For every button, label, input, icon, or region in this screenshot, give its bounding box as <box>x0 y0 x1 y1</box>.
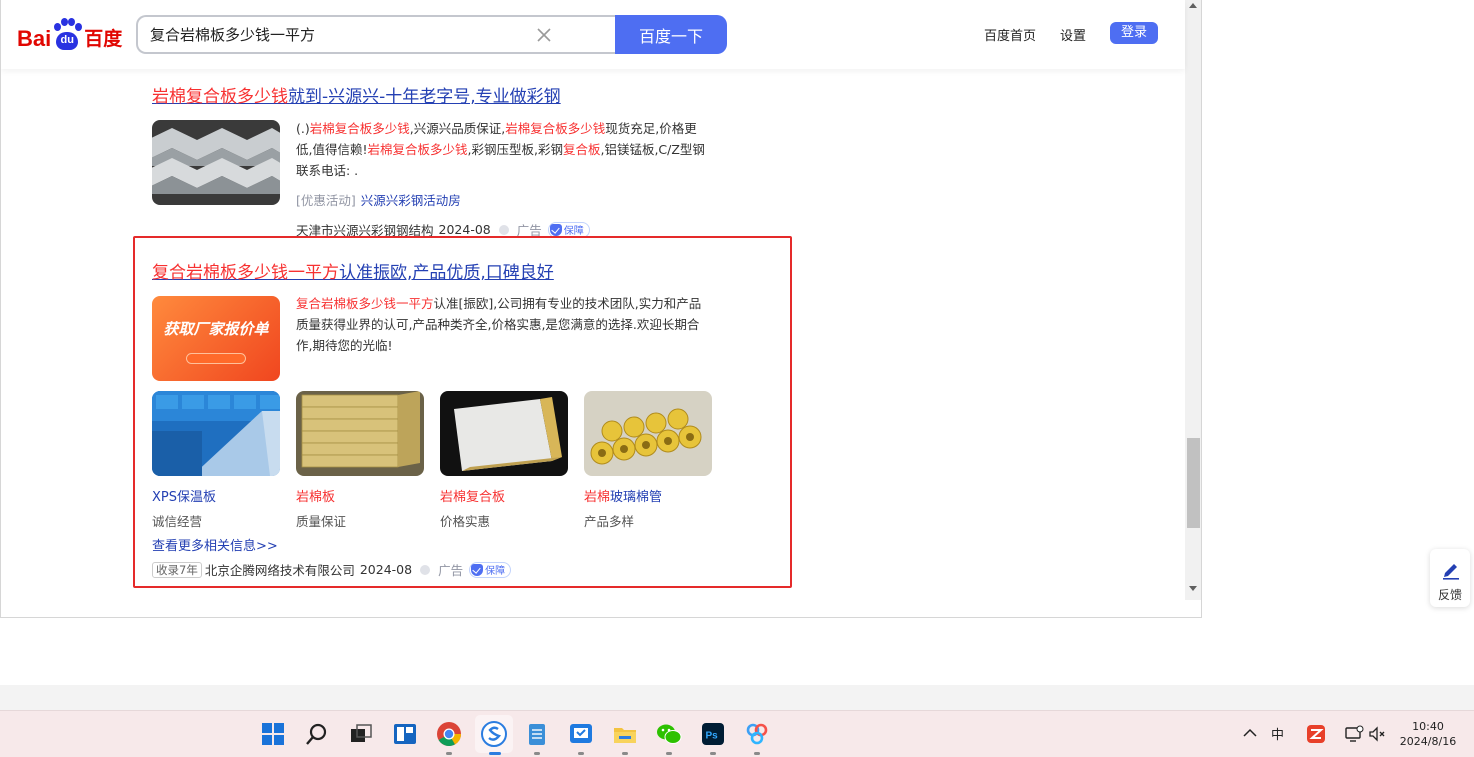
product-name[interactable]: 岩棉复合板 <box>440 486 568 505</box>
security-app-icon[interactable] <box>567 720 595 748</box>
ime-indicator[interactable]: 中 <box>1271 724 1284 743</box>
product-subtitle: 诚信经营 <box>152 514 203 529</box>
product-name[interactable]: XPS保温板 <box>152 486 280 505</box>
clock-time: 10:40 <box>1412 720 1444 733</box>
search-box <box>136 15 616 54</box>
vertical-scrollbar[interactable] <box>1185 0 1201 600</box>
product-image <box>584 391 712 476</box>
result-description: 复合岩棉板多少钱一平方认准[振欧],公司拥有专业的技术团队,实力和产品质量获得业… <box>296 293 710 356</box>
sogou-browser-icon[interactable] <box>480 720 508 748</box>
keyword-highlight: 岩棉复合板多少钱 <box>505 121 606 136</box>
file-explorer-icon[interactable] <box>611 720 639 748</box>
clear-icon[interactable] <box>534 25 554 45</box>
feedback-button[interactable]: 反馈 <box>1430 549 1470 607</box>
indexed-years-tag: 收录7年 <box>152 561 202 578</box>
nav-home-link[interactable]: 百度首页 <box>984 25 1036 44</box>
more-info-link[interactable]: 查看更多相关信息>> <box>152 535 278 554</box>
corrugated-panel-image <box>152 120 280 205</box>
feedback-label: 反馈 <box>1437 588 1462 602</box>
result-thumbnail[interactable] <box>152 120 280 205</box>
page-bottom-area <box>0 685 1474 710</box>
task-view-icon[interactable] <box>347 720 375 748</box>
search-result-ad-1: 岩棉复合板多少钱就到-兴源兴-十年老字号,专业做彩钢 (.)岩棉复合板多少钱,兴… <box>152 86 752 238</box>
guarantee-badge[interactable]: 保障 <box>469 561 512 578</box>
info-icon[interactable] <box>420 564 431 575</box>
keyword-highlight: 复合岩棉板多少钱一平方 <box>296 296 434 311</box>
keyword-highlight: 复合板 <box>562 142 601 157</box>
scroll-up-icon[interactable] <box>1189 3 1197 8</box>
windows-start-icon[interactable] <box>259 720 287 748</box>
search-header: Bai du 百度 百度一下 百度首页 设置 登录 <box>1 0 1185 69</box>
source-date: 2024-08 <box>438 222 491 237</box>
shield-icon <box>549 223 562 236</box>
search-input[interactable] <box>150 17 530 52</box>
product-image <box>152 391 280 476</box>
description-text: ,兴源兴品质保证, <box>409 121 506 136</box>
ad-label[interactable]: 广告 <box>438 560 463 579</box>
chevron-up-icon[interactable] <box>1243 728 1257 738</box>
promo-link[interactable]: 兴源兴彩钢活动房 <box>361 190 461 209</box>
pen-icon <box>1443 564 1459 580</box>
info-icon[interactable] <box>498 224 509 235</box>
product-name[interactable]: 岩棉玻璃棉管 <box>584 486 712 505</box>
description-text: (.) <box>296 121 310 136</box>
network-icon[interactable] <box>1344 724 1364 744</box>
product-name[interactable]: 岩棉板 <box>296 486 424 505</box>
notepad-icon[interactable] <box>523 720 551 748</box>
volume-muted-icon[interactable] <box>1367 724 1387 744</box>
product-card-composite[interactable]: 岩棉复合板 价格实惠 <box>440 391 568 530</box>
keyword-highlight: 岩棉复合板多少钱 <box>367 142 468 157</box>
source-company: 北京企腾网络技术有限公司 <box>204 563 355 578</box>
source-date: 2024-08 <box>359 562 413 577</box>
wechat-icon[interactable] <box>655 720 683 748</box>
product-card-glasswool-pipe[interactable]: 岩棉玻璃棉管 产品多样 <box>584 391 712 530</box>
search-button[interactable]: 百度一下 <box>615 15 727 54</box>
logo-cn-text: 百度 <box>84 28 123 50</box>
product-image <box>296 391 424 476</box>
result-title-link[interactable]: 岩棉复合板多少钱就到-兴源兴-十年老字号,专业做彩钢 <box>152 87 561 107</box>
search-icon[interactable] <box>303 720 331 748</box>
baidu-netdisk-icon[interactable] <box>743 720 771 748</box>
product-image <box>440 391 568 476</box>
widgets-icon[interactable] <box>391 720 419 748</box>
svg-text:Ps: Ps <box>706 731 719 742</box>
shield-icon <box>471 563 484 576</box>
login-button[interactable]: 登录 <box>1110 22 1158 44</box>
result-promo: [优惠活动] 兴源兴彩钢活动房 <box>296 190 461 209</box>
quote-banner-image[interactable]: 获取厂家报价单 <box>152 296 280 381</box>
keyword-highlight: 岩棉复合板多少钱 <box>309 121 410 136</box>
chrome-icon[interactable] <box>435 720 463 748</box>
result-title-link[interactable]: 复合岩棉板多少钱一平方认准振欧,产品优质,口碑良好 <box>152 263 554 283</box>
product-subtitle: 价格实惠 <box>440 514 491 529</box>
description-text: ,彩钢压型板,彩钢 <box>467 142 563 157</box>
logo-bai-text: Bai <box>17 26 52 51</box>
nav-settings-link[interactable]: 设置 <box>1060 25 1086 44</box>
product-subtitle: 质量保证 <box>296 514 347 529</box>
product-card-xps[interactable]: XPS保温板 诚信经营 <box>152 391 280 530</box>
photoshop-icon[interactable]: Ps <box>699 720 727 748</box>
product-card-rockwool[interactable]: 岩棉板 质量保证 <box>296 391 424 530</box>
paw-icon: du <box>52 18 83 52</box>
system-clock[interactable]: 10:40 2024/8/16 <box>1398 719 1458 749</box>
result-source: 收录7年 北京企腾网络技术有限公司 2024-08 广告 保障 <box>152 560 512 579</box>
product-subtitle: 产品多样 <box>584 514 635 529</box>
wps-icon[interactable] <box>1306 724 1326 744</box>
scroll-down-icon[interactable] <box>1189 586 1197 591</box>
scroll-thumb[interactable] <box>1187 438 1200 528</box>
browser-viewport: Bai du 百度 百度一下 百度首页 设置 登录 岩棉复合板多少钱就到-兴源兴… <box>0 0 1202 618</box>
clock-date: 2024/8/16 <box>1399 735 1457 748</box>
result-description: (.)岩棉复合板多少钱,兴源兴品质保证,岩棉复合板多少钱现货充足,价格更低,值得… <box>296 118 710 181</box>
logo-du-text: du <box>60 34 74 46</box>
baidu-logo[interactable]: Bai du 百度 <box>17 16 122 52</box>
windows-taskbar: Ps 中 10:40 2024/8/16 <box>0 710 1474 757</box>
